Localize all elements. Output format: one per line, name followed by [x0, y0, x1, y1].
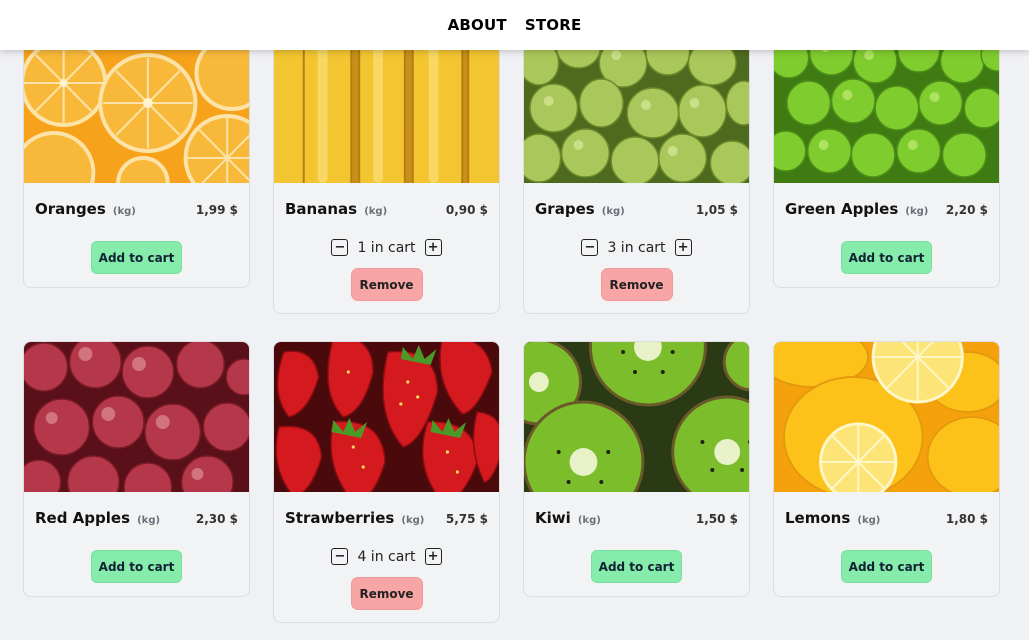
add-to-cart-button[interactable]: Add to cart	[841, 550, 932, 583]
product-price: 2,20 $	[945, 203, 988, 217]
product-card-bananas: Bananas (kg) 0,90 $ − 1 in cart + Remove	[273, 32, 500, 314]
product-name: Lemons	[785, 509, 851, 527]
in-cart-count: 3 in cart	[607, 239, 666, 256]
product-unit: (kg)	[905, 206, 929, 217]
in-cart-count: 4 in cart	[357, 548, 416, 565]
product-card-red-apples: Red Apples (kg) 2,30 $ Add to cart	[23, 341, 250, 597]
product-info: Lemons (kg) 1,80 $	[774, 492, 999, 536]
product-unit: (kg)	[601, 206, 625, 217]
product-image-oranges	[24, 33, 249, 183]
product-info: Kiwi (kg) 1,50 $	[524, 492, 749, 536]
add-to-cart-button[interactable]: Add to cart	[91, 550, 182, 583]
top-navbar: ABOUT STORE	[0, 0, 1029, 50]
minus-square-icon[interactable]: −	[581, 239, 599, 256]
product-info: Strawberries (kg) 5,75 $	[274, 492, 499, 536]
remove-button[interactable]: Remove	[350, 577, 423, 610]
product-price: 2,30 $	[195, 512, 238, 526]
product-price: 1,99 $	[195, 203, 238, 217]
plus-square-icon[interactable]: +	[424, 239, 442, 256]
product-image-strawberries	[274, 342, 499, 492]
product-price: 5,75 $	[445, 512, 488, 526]
product-unit: (kg)	[137, 515, 161, 526]
in-cart-count: 1 in cart	[357, 239, 416, 256]
product-info: Red Apples (kg) 2,30 $	[24, 492, 249, 536]
nav-about-link[interactable]: ABOUT	[448, 16, 507, 34]
product-price: 1,05 $	[695, 203, 738, 217]
plus-square-icon[interactable]: +	[674, 239, 692, 256]
remove-button[interactable]: Remove	[600, 268, 673, 301]
product-unit: (kg)	[857, 515, 881, 526]
product-info: Bananas (kg) 0,90 $	[274, 183, 499, 227]
product-card-oranges: Oranges (kg) 1,99 $ Add to cart	[23, 32, 250, 288]
product-image-green-apples	[774, 33, 999, 183]
product-name: Bananas	[285, 200, 358, 218]
product-card-green-apples: Green Apples (kg) 2,20 $ Add to cart	[773, 32, 1000, 288]
product-image-bananas	[274, 33, 499, 183]
product-price: 0,90 $	[445, 203, 488, 217]
product-unit: (kg)	[401, 515, 425, 526]
product-name: Green Apples	[785, 200, 899, 218]
add-to-cart-button[interactable]: Add to cart	[591, 550, 682, 583]
quantity-stepper: − 3 in cart +	[581, 239, 692, 256]
product-name: Strawberries	[285, 509, 395, 527]
product-unit: (kg)	[112, 206, 136, 217]
product-name: Grapes	[535, 200, 595, 218]
remove-button[interactable]: Remove	[350, 268, 423, 301]
product-image-lemons	[774, 342, 999, 492]
product-image-red-apples	[24, 342, 249, 492]
product-info: Oranges (kg) 1,99 $	[24, 183, 249, 227]
product-card-grapes: Grapes (kg) 1,05 $ − 3 in cart + Remove	[523, 32, 750, 314]
quantity-stepper: − 4 in cart +	[331, 548, 442, 565]
product-card-strawberries: Strawberries (kg) 5,75 $ − 4 in cart + R…	[273, 341, 500, 623]
product-info: Green Apples (kg) 2,20 $	[774, 183, 999, 227]
product-image-grapes	[524, 33, 749, 183]
product-name: Oranges	[35, 200, 106, 218]
minus-square-icon[interactable]: −	[331, 239, 349, 256]
nav-store-link[interactable]: STORE	[525, 16, 582, 34]
quantity-stepper: − 1 in cart +	[331, 239, 442, 256]
product-info: Grapes (kg) 1,05 $	[524, 183, 749, 227]
add-to-cart-button[interactable]: Add to cart	[841, 241, 932, 274]
product-card-lemons: Lemons (kg) 1,80 $ Add to cart	[773, 341, 1000, 597]
product-card-kiwi: Kiwi (kg) 1,50 $ Add to cart	[523, 341, 750, 597]
minus-square-icon[interactable]: −	[331, 548, 349, 565]
product-name: Kiwi	[535, 509, 571, 527]
add-to-cart-button[interactable]: Add to cart	[91, 241, 182, 274]
product-price: 1,80 $	[945, 512, 988, 526]
product-name: Red Apples	[35, 509, 131, 527]
plus-square-icon[interactable]: +	[424, 548, 442, 565]
product-image-kiwi	[524, 342, 749, 492]
product-unit: (kg)	[577, 515, 601, 526]
product-price: 1,50 $	[695, 512, 738, 526]
product-unit: (kg)	[364, 206, 388, 217]
